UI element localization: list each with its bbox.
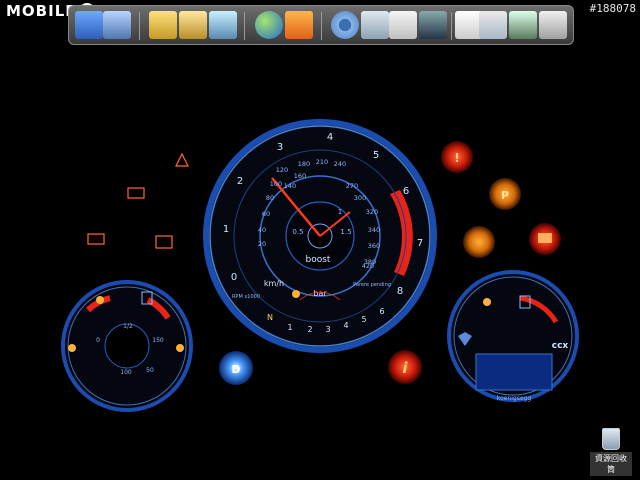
parking-p-icon: P <box>501 189 509 202</box>
speed-tick: 60 <box>262 210 270 218</box>
amber-lamp <box>176 344 184 352</box>
speed-tick: 140 <box>284 182 296 190</box>
dashboard-wallpaper: 0 1 2 3 4 5 6 7 8 20 40 60 80 100 120 14… <box>61 119 579 412</box>
rpm-tick: 3 <box>277 142 283 153</box>
rpm-tick: 8 <box>397 286 403 297</box>
speed-tick: 300 <box>354 194 366 202</box>
speed-tick: 180 <box>298 160 310 168</box>
left-cluster-gauge: 1/2 0 150 100 50 <box>61 280 193 412</box>
brake-warning-icon: ! <box>454 151 459 165</box>
kmh-label: km/h <box>264 279 284 288</box>
rpm-tick: 1 <box>223 224 229 235</box>
gear-number: 2 <box>307 325 312 334</box>
speed-tick: 270 <box>346 182 358 190</box>
speed-tick: 340 <box>368 226 380 234</box>
gear-number: 5 <box>361 315 366 324</box>
gear-indicator: N <box>267 313 273 322</box>
speed-tick: 360 <box>368 242 380 250</box>
info-display <box>475 353 553 391</box>
boost-label: boost <box>306 255 331 265</box>
rpm-unit-label: RPM x1000 <box>232 294 260 300</box>
rpm-tick: 7 <box>417 238 423 249</box>
gear-number: 3 <box>325 325 330 334</box>
info-i-icon: i <box>402 359 408 377</box>
left-cluster-tick: 0 <box>96 337 100 344</box>
speed-tick: 210 <box>316 158 328 166</box>
abs-warning-lamp <box>463 226 495 258</box>
left-cluster-tick: 100 <box>120 369 132 376</box>
amber-lamp <box>483 298 491 306</box>
gear-number: 4 <box>343 321 348 330</box>
battery-icon <box>87 233 105 245</box>
amber-lamp <box>68 344 76 352</box>
brand-ccx: ccx <box>552 341 569 351</box>
main-gauge: 0 1 2 3 4 5 6 7 8 20 40 60 80 100 120 14… <box>203 119 437 353</box>
gear-number: 6 <box>379 307 384 316</box>
speed-tick: 100 <box>270 180 282 188</box>
left-cluster-tick: 150 <box>152 337 164 344</box>
recycle-bin-desktop-icon[interactable]: 資源回收筒 <box>590 428 632 476</box>
right-cluster-gauge: ccx koenigsegg <box>447 270 579 402</box>
amber-indicator-dot <box>292 290 300 298</box>
rpm-tick: 2 <box>237 176 243 187</box>
headlight-icon: D <box>231 363 240 376</box>
engine-icon <box>538 233 552 243</box>
pending-label: Parere pending <box>353 282 391 288</box>
speed-tick: 240 <box>334 160 346 168</box>
speed-tick: 20 <box>258 240 266 248</box>
battery-charge-icon <box>155 235 173 249</box>
amber-lamp <box>96 296 104 304</box>
recycle-bin-label: 資源回收筒 <box>590 452 632 476</box>
rpm-tick: 4 <box>327 132 333 143</box>
rpm-tick: 0 <box>231 272 237 283</box>
brand-koenigsegg: koenigsegg <box>497 395 532 402</box>
speed-tick: 120 <box>276 166 288 174</box>
rpm-tick: 6 <box>403 186 409 197</box>
rpm-tick: 5 <box>373 150 379 161</box>
left-cluster-tick: 50 <box>146 367 154 374</box>
speed-tick: 40 <box>258 226 266 234</box>
boost-tick: 1.5 <box>340 228 351 236</box>
left-cluster-tick: 1/2 <box>123 323 133 330</box>
gear-number: 1 <box>287 323 292 332</box>
speed-tick: 320 <box>366 208 378 216</box>
boost-tick: 0.5 <box>292 228 303 236</box>
seatbelt-warning-icon <box>175 152 189 167</box>
boost-tick: 1 <box>338 208 342 216</box>
speed-tick: 420 <box>362 262 374 270</box>
speed-tick: 160 <box>294 172 306 180</box>
speed-tick: 80 <box>266 194 274 202</box>
oil-pressure-icon <box>127 187 145 199</box>
bar-label: bar <box>313 289 327 298</box>
recycle-bin-icon <box>602 428 620 450</box>
